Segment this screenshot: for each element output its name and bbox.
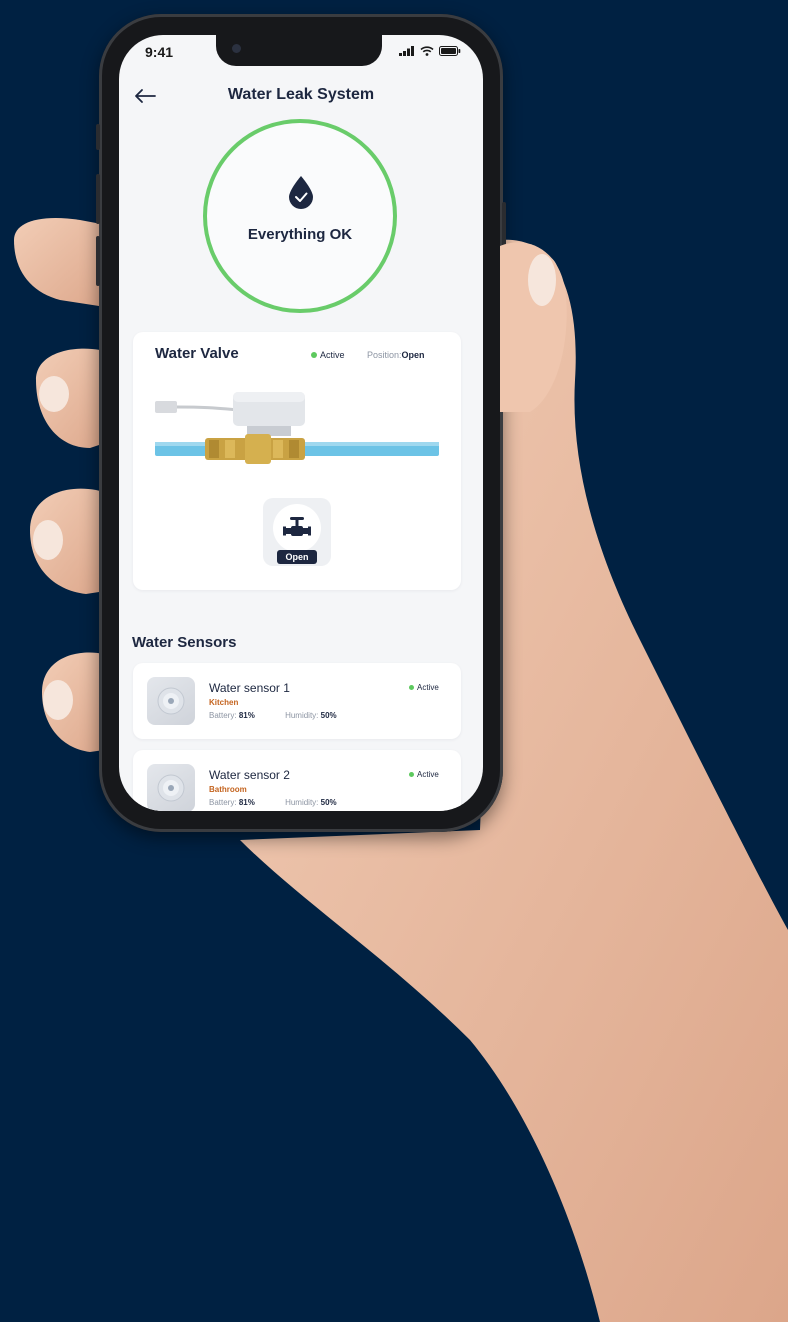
valve-status-label: Active: [320, 350, 345, 360]
sensor-room: Bathroom: [209, 785, 247, 794]
battery-value: 81%: [238, 711, 255, 720]
valve-open-button[interactable]: Open: [263, 498, 331, 566]
system-status-label: Everything OK: [247, 226, 353, 243]
status-dot: [409, 685, 414, 690]
sensor-card[interactable]: Water sensor 1 Kitchen Battery: 81% Humi…: [133, 663, 461, 739]
faucet-valve-icon: [283, 517, 311, 536]
humidity-value: 50%: [320, 711, 337, 720]
sensor-image: [147, 677, 195, 725]
water-sensor-icon: [157, 687, 185, 715]
notch: [216, 35, 382, 66]
humidity-label: Humidity:: [285, 798, 319, 807]
sensor-name: Water sensor 2: [209, 768, 290, 782]
front-camera: [232, 44, 241, 53]
humidity-value: 50%: [320, 798, 337, 807]
silent-switch: [96, 124, 100, 150]
valve-title: Water Valve: [155, 345, 239, 362]
sensor-room: Kitchen: [209, 698, 239, 707]
battery-value: 81%: [238, 798, 255, 807]
status-icons: [399, 46, 461, 56]
signal-icon: [399, 46, 414, 56]
page-title: Water Leak System: [227, 86, 375, 103]
battery-icon: [439, 46, 461, 56]
water-valve-card: Water Valve Active Position:Open Open: [133, 332, 461, 590]
water-sensor-icon: [157, 774, 185, 802]
valve-icon-circle: [273, 504, 321, 552]
sensor-status-badge: Active: [409, 683, 439, 692]
volume-up-button: [96, 174, 100, 224]
battery-label: Battery:: [209, 798, 237, 807]
water-drop-check-icon: [289, 176, 313, 209]
sensor-image: [147, 764, 195, 811]
phone-device: 9:41 Water Leak System Everything OK Wat…: [96, 14, 506, 832]
sensor-status-label: Active: [417, 770, 439, 779]
app-header: Water Leak System: [119, 79, 483, 115]
thumb-illustration: [500, 242, 567, 412]
valve-position-label: Position:: [367, 350, 402, 360]
valve-position: Position:Open: [367, 350, 425, 360]
sensor-name: Water sensor 1: [209, 681, 290, 695]
status-dot: [311, 352, 317, 358]
wifi-icon: [420, 46, 434, 56]
valve-illustration: [155, 392, 439, 464]
sensor-status-badge: Active: [409, 770, 439, 779]
status-dot: [409, 772, 414, 777]
battery-label: Battery:: [209, 711, 237, 720]
sensor-card[interactable]: Water sensor 2 Bathroom Battery: 81% Hum…: [133, 750, 461, 811]
valve-open-label: Open: [277, 550, 317, 564]
app-screen: 9:41 Water Leak System Everything OK Wat…: [119, 35, 483, 811]
sensor-metrics: Battery: 81% Humidity: 50%: [209, 711, 337, 720]
valve-position-value: Open: [401, 350, 425, 360]
sensor-status-label: Active: [417, 683, 439, 692]
sensor-metrics: Battery: 81% Humidity: 50%: [209, 798, 337, 807]
status-time: 9:41: [145, 44, 174, 60]
valve-status-badge: Active: [311, 350, 345, 360]
volume-down-button: [96, 236, 100, 286]
sensors-section-title: Water Sensors: [132, 634, 237, 651]
humidity-label: Humidity:: [285, 711, 319, 720]
system-status-indicator: Everything OK: [203, 119, 397, 313]
